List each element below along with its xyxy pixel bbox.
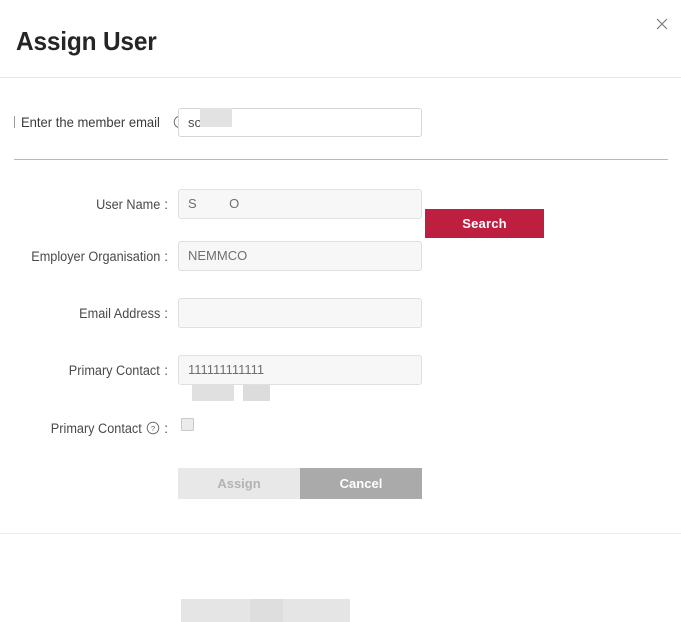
primary-contact-number-colon: : [164,362,168,378]
form-row-employer-organisation: Employer Organisation : NEMMCO [0,241,681,271]
email-address-colon: : [164,305,168,321]
member-email-label: Enter the member email [21,114,160,130]
redaction-block [181,599,250,622]
user-name-colon: : [164,196,168,212]
label-tick-mark [14,116,15,128]
email-address-label-text: Email Address [79,305,161,321]
employer-organisation-field: NEMMCO [178,241,422,271]
form-row-user-name: User Name : S O [0,189,681,401]
email-address-label: Email Address : [0,298,168,328]
dialog-actions: Assign Cancel [178,468,422,499]
svg-text:?: ? [151,424,155,433]
employer-organisation-label: Employer Organisation : [0,241,168,271]
primary-contact-checkbox-label: Primary Contact ? : [0,413,168,443]
redaction-block [283,599,350,622]
page-title: Assign User [16,26,157,56]
primary-contact-number-label: Primary Contact : [0,355,168,385]
employer-organisation-label-text: Employer Organisation [31,248,161,264]
primary-contact-checkbox-colon: : [164,420,168,436]
search-input[interactable] [178,108,422,137]
help-circle-icon[interactable]: ? [146,421,160,435]
member-email-search-row: Enter the member email ? : Search [0,104,681,238]
help-circle-icon-glyph: ? [147,421,160,435]
cancel-button[interactable]: Cancel [300,468,422,499]
form-row-primary-contact-checkbox: Primary Contact ? : [0,413,681,443]
close-icon-glyph [656,18,668,30]
form-row-email-address: Email Address : [0,298,681,622]
primary-contact-checkbox-label-text: Primary Contact [51,420,143,436]
assign-button[interactable]: Assign [178,468,300,499]
redaction-block [250,599,283,622]
user-name-field: S O [178,189,422,219]
dialog-header: Assign User [0,0,681,78]
user-name-label: User Name : [0,189,168,219]
form-row-primary-contact-number: Primary Contact : 111111111111 [0,355,681,385]
user-name-label-text: User Name [96,196,161,212]
employer-organisation-colon: : [164,248,168,264]
footer-divider [0,533,681,534]
primary-contact-number-label-text: Primary Contact [69,362,161,378]
email-address-field [178,298,422,328]
user-name-value: S O [188,196,240,211]
primary-contact-checkbox[interactable] [181,418,194,431]
member-email-label-group: Enter the member email ? : [14,104,198,140]
assign-user-dialog: Assign User Enter the member email ? : S… [0,0,681,622]
close-icon[interactable] [650,12,674,36]
primary-contact-number-field: 111111111111 [178,355,422,385]
section-divider [14,159,668,160]
